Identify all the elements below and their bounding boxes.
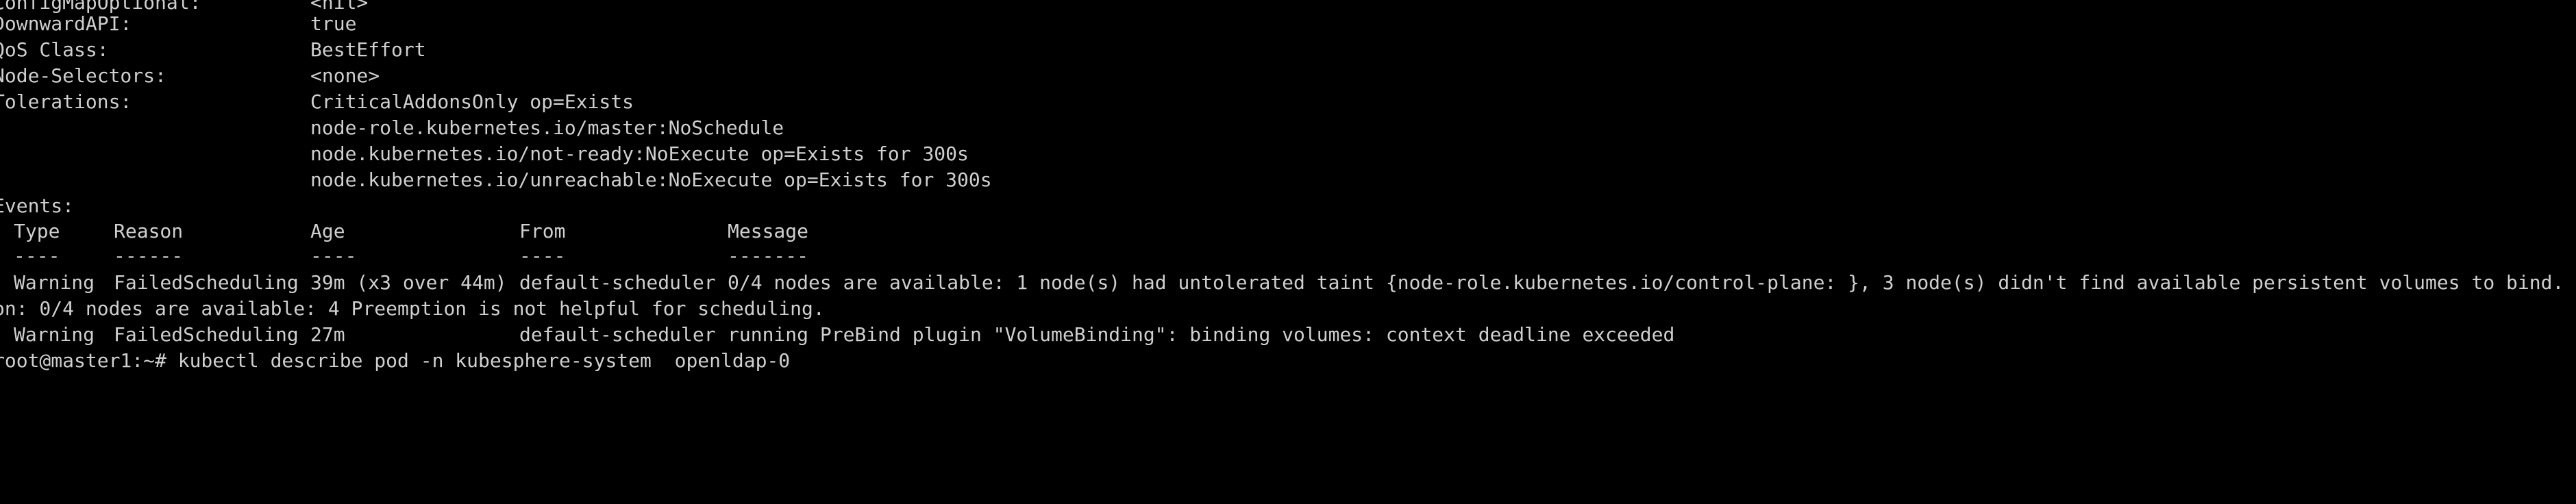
event-reason: FailedScheduling — [114, 271, 299, 294]
event-type: Warning — [14, 323, 95, 346]
terminal-window[interactable]: ConfigMapOptional: <nil> DownwardAPI: tr… — [0, 0, 2576, 377]
field-key: Tolerations: — [0, 90, 132, 113]
event-row: Warning FailedScheduling 27m default-sch… — [0, 322, 1674, 348]
underline-message: ------- — [728, 244, 809, 267]
field-value: <none> — [310, 64, 380, 87]
events-header-row: Type Reason Age From Message — [0, 218, 808, 244]
event-from: default-scheduler — [519, 271, 716, 294]
event-message-continuation: on: 0/4 nodes are available: 4 Preemptio… — [0, 297, 825, 320]
event-from: default-scheduler — [519, 323, 716, 346]
field-value: BestEffort — [310, 38, 426, 61]
event-message: 0/4 nodes are available: 1 node(s) had u… — [728, 271, 2576, 294]
command-line[interactable]: root@master1:~# kubectl describe pod -n … — [0, 348, 790, 374]
field-value: true — [310, 12, 357, 35]
header-from: From — [519, 220, 566, 242]
header-message: Message — [728, 220, 809, 242]
header-reason: Reason — [114, 220, 184, 242]
event-age: 27m — [310, 323, 345, 346]
describe-row: node.kubernetes.io/not-ready:NoExecute o… — [0, 141, 969, 167]
header-age: Age — [310, 220, 345, 242]
field-key: Node-Selectors: — [0, 64, 166, 87]
underline-age: ---- — [310, 244, 357, 267]
event-reason: FailedScheduling — [114, 323, 299, 346]
underline-reason: ------ — [114, 244, 184, 267]
events-label: Events: — [0, 193, 74, 219]
event-message: running PreBind plugin "VolumeBinding": … — [728, 323, 1675, 346]
field-value: node.kubernetes.io/unreachable:NoExecute… — [310, 168, 992, 191]
describe-row: Node-Selectors: <none> — [0, 63, 380, 89]
field-value: node.kubernetes.io/not-ready:NoExecute o… — [310, 142, 969, 165]
describe-row: QoS Class: BestEffort — [0, 37, 426, 63]
shell-prompt-command[interactable]: root@master1:~# kubectl describe pod -n … — [0, 348, 790, 374]
event-age: 39m (x3 over 44m) — [310, 271, 507, 294]
underline-type: ---- — [14, 244, 60, 267]
field-value: node-role.kubernetes.io/master:NoSchedul… — [310, 116, 784, 139]
field-value: CriticalAddonsOnly op=Exists — [310, 90, 634, 113]
events-heading: Events: — [0, 194, 75, 217]
field-key: QoS Class: — [0, 38, 109, 61]
describe-row: node-role.kubernetes.io/master:NoSchedul… — [0, 115, 784, 141]
header-type: Type — [14, 220, 60, 242]
event-row: Warning FailedScheduling 39m (x3 over 44… — [0, 270, 2576, 296]
events-underline-row: ---- ------ ---- ---- ------- — [0, 243, 808, 269]
underline-from: ---- — [519, 244, 566, 267]
describe-row: Tolerations: CriticalAddonsOnly op=Exist… — [0, 89, 634, 115]
field-key: DownwardAPI: — [0, 12, 132, 35]
event-row-continuation: on: 0/4 nodes are available: 4 Preemptio… — [0, 296, 825, 322]
describe-row: DownwardAPI: true — [0, 11, 356, 37]
describe-row: node.kubernetes.io/unreachable:NoExecute… — [0, 167, 992, 193]
event-type: Warning — [14, 271, 95, 294]
